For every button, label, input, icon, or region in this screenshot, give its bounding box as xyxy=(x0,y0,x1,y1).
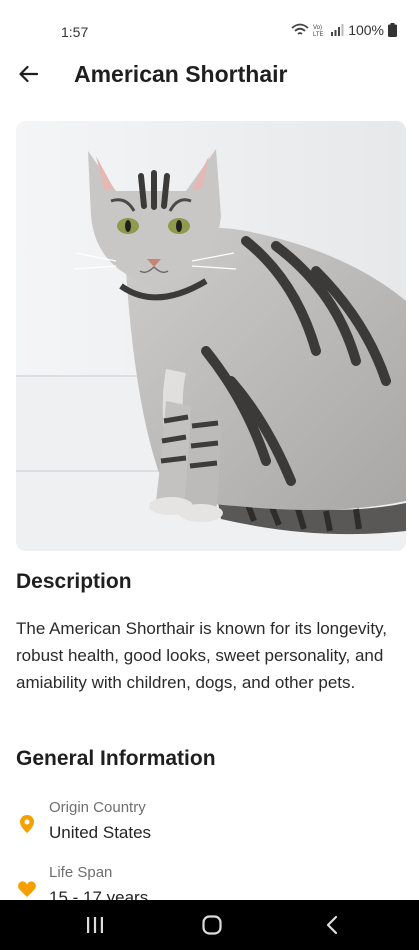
status-time: 1:57 xyxy=(61,24,89,40)
svg-text:LTE: LTE xyxy=(313,32,324,37)
info-label: Origin Country xyxy=(49,799,146,816)
signal-icon xyxy=(331,24,344,36)
battery-percent: 100% xyxy=(348,22,384,38)
system-nav-bar xyxy=(0,900,419,950)
info-row-origin: Origin Country United States xyxy=(16,799,406,859)
location-pin-icon xyxy=(16,813,38,835)
back-button[interactable] xyxy=(12,58,44,90)
battery-icon xyxy=(388,23,397,37)
status-indicators: Vo) LTE 100% xyxy=(291,22,397,38)
svg-text:Vo): Vo) xyxy=(313,25,322,31)
arrow-left-icon xyxy=(19,65,38,83)
recents-button[interactable] xyxy=(55,900,135,950)
app-bar: American Shorthair xyxy=(0,50,419,102)
back-chevron-icon xyxy=(326,915,338,935)
home-icon xyxy=(202,915,222,935)
cat-illustration xyxy=(16,121,406,551)
cat-photo xyxy=(16,121,406,551)
heart-icon xyxy=(16,878,38,900)
home-button[interactable] xyxy=(172,900,252,950)
volte-icon: Vo) LTE xyxy=(313,25,324,37)
info-label: Life Span xyxy=(49,864,113,881)
general-info-heading: General Information xyxy=(16,747,216,770)
description-heading: Description xyxy=(16,570,132,593)
info-value: United States xyxy=(49,823,152,842)
page-title: American Shorthair xyxy=(74,61,288,87)
system-back-button[interactable] xyxy=(292,900,372,950)
wifi-icon xyxy=(291,23,309,35)
recents-icon xyxy=(87,917,103,933)
description-text: The American Shorthair is known for its … xyxy=(16,619,388,692)
